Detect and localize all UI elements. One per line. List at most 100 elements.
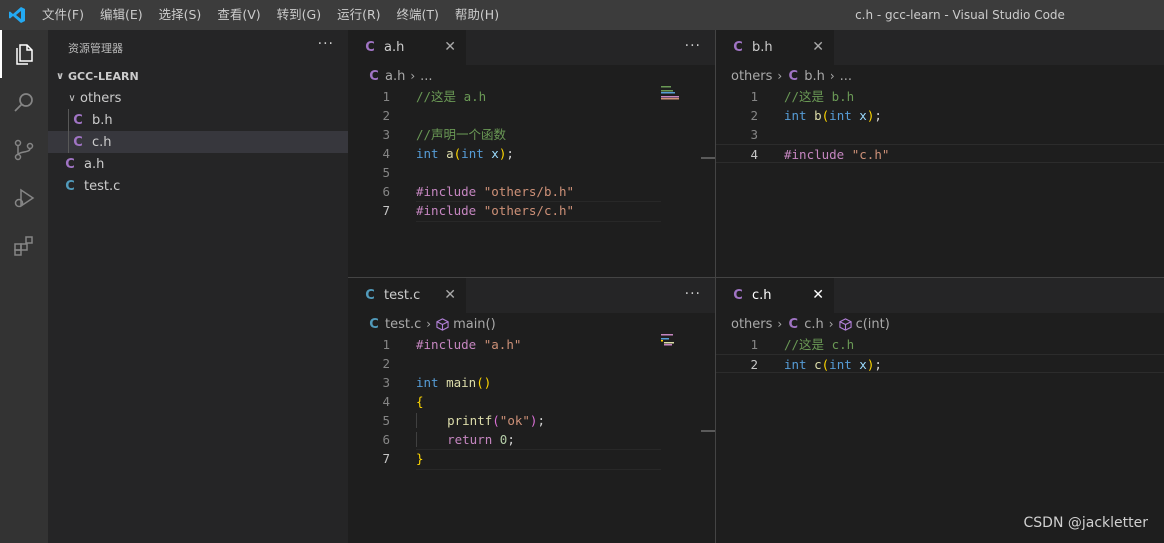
menu-bar: 文件(F) 编辑(E) 选择(S) 查看(V) 转到(G) 运行(R) 终端(T…	[34, 0, 507, 30]
code-editor[interactable]: 1 #include "a.h" 2 3 int main() 4{ 5 print…	[348, 335, 715, 470]
explorer-title: 资源管理器	[68, 41, 123, 55]
code-line: 2 int b(int x);	[750, 108, 882, 123]
more-actions-icon[interactable]: ···	[685, 286, 701, 302]
explorer-sidebar: 资源管理器 ··· ∨ GCC-LEARN ∨ others C b.h C c…	[48, 30, 348, 543]
close-icon[interactable]: ✕	[812, 287, 824, 303]
search-icon[interactable]	[0, 78, 48, 126]
indent-guide	[68, 131, 69, 153]
code-line: 5	[382, 165, 390, 180]
horizontal-split-divider[interactable]	[348, 277, 1164, 278]
code-line: 1 #include "a.h"	[382, 337, 522, 352]
breadcrumb-item[interactable]: a.h	[385, 69, 405, 84]
breadcrumb-item[interactable]: c(int)	[856, 317, 890, 332]
c-header-file-icon: C	[369, 68, 379, 84]
menu-view[interactable]: 查看(V)	[209, 0, 268, 30]
tree-folder-others[interactable]: ∨ others	[48, 87, 348, 109]
vertical-split-divider[interactable]	[715, 30, 716, 543]
chevron-down-icon: ∨	[68, 92, 76, 104]
workspace-root-label: GCC-LEARN	[68, 69, 139, 83]
code-line-current: 2 int c(int x);	[716, 354, 1164, 373]
menu-file[interactable]: 文件(F)	[34, 0, 92, 30]
breadcrumb-item[interactable]: main()	[453, 317, 496, 332]
tab-b-h[interactable]: C b.h ✕	[716, 30, 834, 65]
menu-selection[interactable]: 选择(S)	[151, 0, 210, 30]
code-line: 5 printf("ok");	[382, 413, 545, 428]
close-icon[interactable]: ✕	[444, 287, 456, 303]
tab-test-c[interactable]: C test.c ✕	[348, 278, 466, 313]
close-icon[interactable]: ✕	[444, 39, 456, 55]
breadcrumb: C test.c › main()	[348, 313, 715, 335]
c-header-file-icon: C	[788, 68, 798, 84]
code-line: 6 #include "others/b.h"	[382, 184, 575, 199]
tree-file-b-h[interactable]: C b.h	[48, 109, 348, 131]
chevron-right-icon: ›	[829, 69, 835, 83]
code-editor[interactable]: 1//这是 b.h 2 int b(int x); 3 4 #include "c.…	[716, 87, 1164, 163]
breadcrumb: others › C c.h › c(int)	[716, 313, 1164, 335]
breadcrumb-item[interactable]: test.c	[385, 317, 421, 332]
c-source-file-icon: C	[65, 178, 75, 194]
editor-group-test-c: C test.c ✕ ··· C test.c › main() 1 #inclu…	[348, 278, 715, 543]
menu-terminal[interactable]: 终端(T)	[389, 0, 447, 30]
tree-file-label: b.h	[92, 112, 113, 128]
c-header-file-icon: C	[73, 134, 83, 150]
explorer-more-icon[interactable]: ···	[318, 36, 334, 52]
run-debug-icon[interactable]	[0, 174, 48, 222]
tab-bar: C test.c ✕ ···	[348, 278, 715, 313]
c-header-file-icon: C	[733, 40, 743, 55]
menu-run[interactable]: 运行(R)	[329, 0, 388, 30]
menu-go[interactable]: 转到(G)	[269, 0, 329, 30]
minimap[interactable]	[661, 334, 701, 358]
tree-file-test-c[interactable]: C test.c	[48, 175, 348, 197]
chevron-right-icon: ›	[410, 69, 416, 83]
tab-c-h[interactable]: C c.h ✕	[716, 278, 834, 313]
minimap[interactable]	[661, 86, 701, 110]
c-header-file-icon: C	[788, 316, 798, 332]
workspace-root[interactable]: ∨ GCC-LEARN	[48, 65, 348, 87]
code-editor[interactable]: 1//这是 a.h 2 3//声明一个函数 4 int a(int x); 5 6…	[348, 87, 715, 222]
explorer-header: 资源管理器 ···	[48, 30, 348, 65]
close-icon[interactable]: ✕	[812, 39, 824, 55]
code-line: 3	[750, 127, 758, 142]
chevron-right-icon: ›	[777, 69, 783, 83]
extensions-icon[interactable]	[0, 222, 48, 270]
editor-group-b-h: C b.h ✕ others › C b.h › ... 1//这是 b.h 2…	[716, 30, 1164, 278]
source-control-icon[interactable]	[0, 126, 48, 174]
c-header-file-icon: C	[73, 112, 83, 128]
menu-edit[interactable]: 编辑(E)	[92, 0, 151, 30]
title-bar: 文件(F) 编辑(E) 选择(S) 查看(V) 转到(G) 运行(R) 终端(T…	[0, 0, 1164, 30]
breadcrumb-item[interactable]: others	[731, 317, 772, 332]
code-line: 1//这是 a.h	[382, 89, 487, 104]
scrollbar[interactable]	[701, 430, 715, 432]
c-source-file-icon: C	[369, 316, 379, 332]
explorer-icon[interactable]	[0, 30, 48, 78]
activity-bar	[0, 30, 48, 543]
tab-a-h[interactable]: C a.h ✕	[348, 30, 466, 65]
more-actions-icon[interactable]: ···	[685, 38, 701, 54]
breadcrumb-item[interactable]: ...	[420, 69, 432, 84]
tree-file-a-h[interactable]: C a.h	[48, 153, 348, 175]
tab-bar: C b.h ✕	[716, 30, 1164, 65]
chevron-right-icon: ›	[426, 317, 432, 331]
code-line: 6 return 0;	[382, 432, 515, 447]
c-header-file-icon: C	[733, 288, 743, 303]
vscode-logo-icon	[0, 0, 34, 30]
breadcrumb-item[interactable]: c.h	[804, 317, 824, 332]
chevron-right-icon: ›	[828, 317, 834, 331]
tab-label: a.h	[384, 40, 405, 55]
code-line: 2	[382, 108, 390, 123]
breadcrumb-item[interactable]: others	[731, 69, 772, 84]
breadcrumb: C a.h › ...	[348, 65, 715, 87]
tree-folder-label: others	[80, 90, 122, 106]
menu-help[interactable]: 帮助(H)	[447, 0, 507, 30]
tab-bar: C a.h ✕ ···	[348, 30, 715, 65]
tree-file-c-h[interactable]: C c.h	[48, 131, 348, 153]
breadcrumb-item[interactable]: ...	[840, 69, 852, 84]
scrollbar[interactable]	[701, 157, 715, 159]
breadcrumb-item[interactable]: b.h	[804, 69, 825, 84]
code-line: 3 int main()	[382, 375, 492, 390]
tab-bar: C c.h ✕	[716, 278, 1164, 313]
editor-group-a-h: C a.h ✕ ··· C a.h › ... 1//这是 a.h 2 3//声…	[348, 30, 715, 278]
breadcrumb: others › C b.h › ...	[716, 65, 1164, 87]
code-line: 2	[382, 356, 390, 371]
code-editor[interactable]: 1//这是 c.h 2 int c(int x);	[716, 335, 1164, 373]
